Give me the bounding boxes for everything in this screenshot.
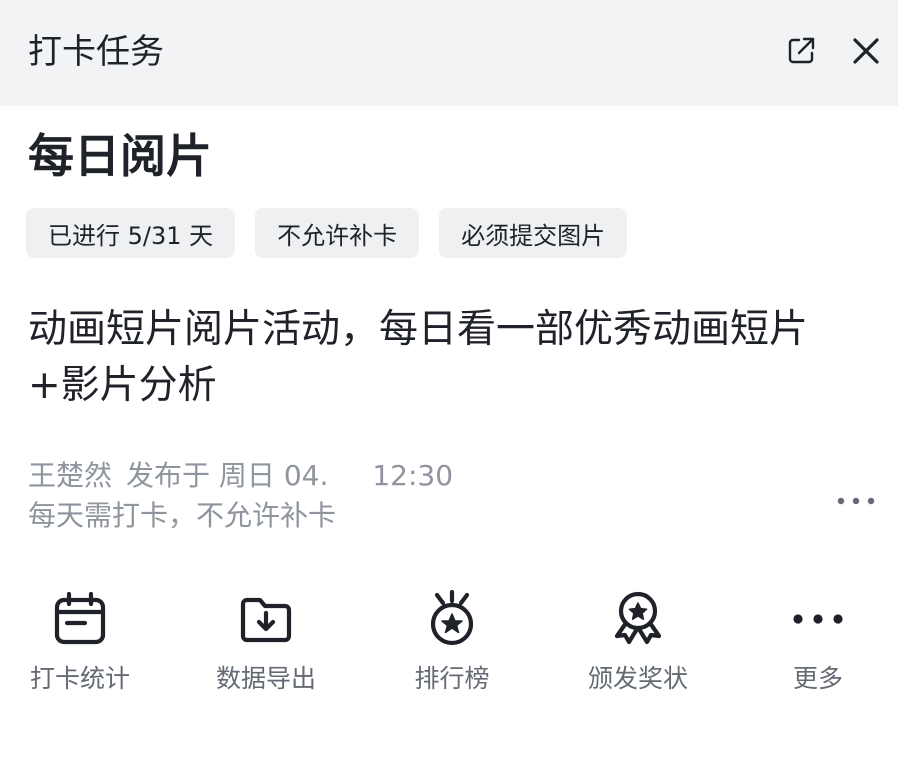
- task-more-button[interactable]: [834, 486, 878, 516]
- award-ribbon-icon: [614, 591, 662, 645]
- no-makeup-tag: 不允许补卡: [255, 208, 420, 258]
- more-horizontal-icon: [793, 614, 843, 624]
- task-description: 动画短片阅片活动，每日看一部优秀动画短片+影片分析: [28, 307, 809, 408]
- more-actions-button[interactable]: 更多: [738, 588, 898, 696]
- action-bar: 打卡统计 数据导出 排行榜 颁发奖状 更多: [0, 588, 898, 698]
- issue-award-button[interactable]: 颁发奖状: [558, 588, 718, 696]
- open-external-button[interactable]: [782, 32, 820, 70]
- panel-title: 打卡任务: [28, 32, 164, 72]
- folder-download-icon: [240, 597, 292, 643]
- author-name: 王楚然: [28, 459, 113, 492]
- publish-date: 发布于 周日 04.: [126, 459, 329, 492]
- checkin-stats-button[interactable]: 打卡统计: [0, 588, 160, 696]
- leaderboard-button[interactable]: 排行榜: [372, 588, 532, 696]
- image-required-tag: 必须提交图片: [439, 208, 628, 258]
- progress-tag: 已进行 5/31 天: [26, 208, 236, 258]
- star-medal-icon: [430, 589, 474, 646]
- close-icon: [853, 38, 879, 64]
- task-title: 每日阅片: [28, 129, 212, 183]
- more-actions-label: 更多: [792, 664, 843, 693]
- checkin-stats-label: 打卡统计: [29, 664, 130, 693]
- more-horizontal-icon: [837, 497, 875, 505]
- task-meta: 王楚然 发布于 周日 04. 12:30 每天需打卡，不允许补卡: [28, 456, 453, 536]
- checkin-rule: 每天需打卡，不允许补卡: [28, 499, 337, 532]
- close-button[interactable]: [847, 32, 885, 70]
- task-tags: 已进行 5/31 天 不允许补卡 必须提交图片: [26, 208, 628, 258]
- data-export-label: 数据导出: [215, 664, 316, 693]
- checkin-task-panel: 打卡任务 每日阅片 已进行 5/31 天 不允许补卡 必须提交图片 动画短片阅片…: [0, 0, 898, 760]
- publish-info: 王楚然 发布于 周日 04. 12:30: [28, 456, 453, 496]
- leaderboard-label: 排行榜: [414, 664, 490, 693]
- panel-header: 打卡任务: [0, 0, 898, 106]
- open-external-icon: [788, 37, 815, 64]
- data-export-button[interactable]: 数据导出: [186, 588, 346, 696]
- issue-award-label: 颁发奖状: [587, 664, 688, 693]
- publish-time: 12:30: [372, 459, 454, 492]
- calendar-stats-icon: [54, 591, 106, 645]
